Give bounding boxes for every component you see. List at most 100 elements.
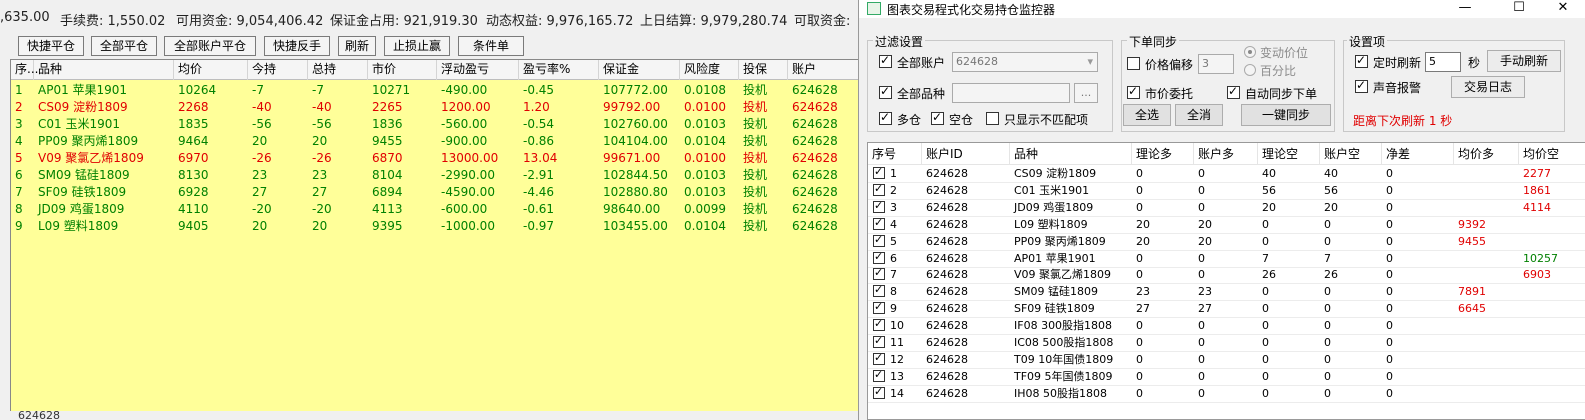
market-order-checkbox[interactable] [1127,84,1140,99]
sound-alert-checkbox[interactable] [1355,78,1368,93]
monitor-row[interactable]: 6 624628 AP01 苹果1901 0 0 7 7 0 10257 [868,250,1585,268]
positions-header-margin[interactable]: 保证金 [599,60,680,80]
monitor-row[interactable]: 2 624628 C01 玉米1901 0 0 56 56 0 1861 [868,182,1585,200]
refresh-button[interactable]: 刷新 [338,36,376,56]
row-select-checkbox[interactable] [873,368,885,382]
positions-row[interactable]: 3 C01 玉米1901 1835 -56 -56 1836 -560.00 -0.54 102… [11,115,858,133]
positions-row[interactable]: 2 CS09 淀粉1809 2268 -40 -40 2265 1200.00 1.20 997… [11,98,858,116]
monitor-header-avg_long[interactable]: 均价多 [1454,143,1519,165]
positions-row[interactable]: 6 SM09 锰硅1809 8130 23 23 8104 -2990.00 -2.91 102… [11,166,858,184]
monitor-header-th_long[interactable]: 理论多 [1132,143,1194,165]
refresh-seconds-input[interactable]: 5 [1425,52,1461,72]
monitor-header-diff[interactable]: 净差 [1382,143,1454,165]
monitor-cell-no: 3 [890,200,897,214]
maximize-button[interactable]: ☐ [1496,0,1542,18]
timed-refresh-checkbox[interactable] [1355,53,1368,68]
quick-close-button[interactable]: 快捷平仓 [18,36,84,56]
positions-header-today[interactable]: 今持 [248,60,308,80]
row-select-checkbox[interactable] [873,250,885,264]
monitor-header-ac_long[interactable]: 账户多 [1194,143,1258,165]
trade-log-button[interactable]: 交易日志 [1451,76,1525,98]
monitor-cell-th_short: 0 [1262,369,1269,383]
monitor-row[interactable]: 14 624628 IH08 50股指1808 0 0 0 0 0 [868,385,1585,403]
manual-refresh-button[interactable]: 手动刷新 [1487,50,1561,72]
row-select-checkbox[interactable] [873,385,885,399]
row-select-checkbox[interactable] [873,334,885,348]
monitor-row[interactable]: 1 624628 CS09 淀粉1809 0 0 40 40 0 2277 [868,165,1585,183]
monitor-row[interactable]: 12 624628 T09 10年国债1809 0 0 0 0 0 [868,351,1585,369]
positions-header-pnl_pct[interactable]: 盈亏率% [519,60,599,80]
monitor-cell-th_short: 0 [1262,319,1269,333]
select-all-button[interactable]: 全选 [1123,104,1171,126]
all-accounts-checkbox[interactable] [879,53,892,68]
positions-row[interactable]: 1 AP01 苹果1901 10264 -7 -7 10271 -490.00 -0.45 10… [11,81,858,99]
monitor-row[interactable]: 4 624628 L09 塑料1809 20 20 0 0 0 9392 [868,216,1585,234]
monitor-row[interactable]: 11 624628 IC08 500股指1808 0 0 0 0 0 [868,334,1585,352]
positions-row[interactable]: 8 JD09 鸡蛋1809 4110 -20 -20 4113 -600.00 -0.61 98… [11,200,858,218]
only-mismatch-checkbox[interactable] [986,112,999,125]
positions-row[interactable]: 5 V09 聚氯乙烯1809 6970 -26 -26 6870 13000.00 13.04… [11,149,858,167]
monitor-row[interactable]: 3 624628 JD09 鸡蛋1809 0 0 20 20 0 4114 [868,199,1585,217]
positions-header-symbol[interactable]: 品种 [34,60,174,80]
minimize-button[interactable]: — [1442,0,1488,18]
close-all-accounts-button[interactable]: 全部账户平仓 [164,36,256,56]
positions-header-pnl[interactable]: 浮动盈亏 [437,60,519,80]
positions-header-risk[interactable]: 风险度 [680,60,739,80]
price-offset-input[interactable]: 3 [1198,54,1234,74]
quick-reverse-button[interactable]: 快捷反手 [264,36,330,56]
positions-header-avg[interactable]: 均价 [174,60,248,80]
monitor-cell-diff: 0 [1386,386,1393,400]
all-symbols-checkbox[interactable] [879,84,892,99]
positions-header-account[interactable]: 账户 [788,60,858,80]
positions-row[interactable]: 4 PP09 聚丙烯1809 9464 20 20 9455 -900.00 -0.86 104… [11,132,858,150]
conditional-order-button[interactable]: 条件单 [458,36,524,56]
close-button[interactable]: ✕ [1540,0,1585,18]
positions-cell-pnl_pct: -0.86 [523,134,555,148]
positions-header-price[interactable]: 市价 [368,60,437,80]
row-select-checkbox[interactable] [873,165,885,179]
status-account: 624628 [18,409,60,420]
monitor-header-symbol[interactable]: 品种 [1010,143,1132,165]
browse-symbol-button[interactable]: ... [1074,83,1098,103]
stop-loss-profit-button[interactable]: 止损止赢 [384,36,450,56]
monitor-row[interactable]: 9 624628 SF09 硅铁1809 27 27 0 0 0 6645 [868,300,1585,319]
row-select-checkbox[interactable] [873,199,885,213]
monitor-header-ac_short[interactable]: 账户空 [1320,143,1382,165]
monitor-cell-ac_long: 0 [1198,183,1205,197]
short-checkbox[interactable] [931,110,944,125]
monitor-row[interactable]: 5 624628 PP09 聚丙烯1809 20 20 0 0 0 9455 [868,233,1585,251]
row-select-checkbox[interactable] [873,300,885,315]
monitor-row[interactable]: 10 624628 IF08 300股指1808 0 0 0 0 0 [868,317,1585,336]
monitor-header-no[interactable]: 序号 [868,143,922,165]
close-all-button[interactable]: 全部平仓 [91,36,157,56]
one-click-sync-button[interactable]: 一键同步 [1241,104,1331,126]
deselect-all-button[interactable]: 全消 [1175,104,1223,126]
monitor-header-avg_short[interactable]: 均价空 [1519,143,1585,165]
row-select-checkbox[interactable] [873,182,885,196]
price-offset-checkbox[interactable] [1127,57,1140,70]
row-select-checkbox[interactable] [873,216,885,230]
row-select-checkbox[interactable] [873,266,885,281]
positions-header-no[interactable]: 序... [11,60,38,80]
long-checkbox[interactable] [879,110,892,125]
auto-sync-checkbox[interactable] [1227,84,1240,99]
row-select-checkbox[interactable] [873,317,885,332]
row-select-checkbox[interactable] [873,233,885,247]
tick-price-radio[interactable] [1244,46,1256,58]
row-select-checkbox[interactable] [873,351,885,365]
positions-header-hedge[interactable]: 投保 [739,60,788,80]
monitor-row[interactable]: 13 624628 TF09 5年国债1809 0 0 0 0 0 [868,368,1585,386]
monitor-cell-avg_short [1519,301,1585,317]
account-select[interactable]: 624628 ▾ [952,52,1098,72]
symbol-input[interactable] [952,83,1070,103]
monitor-header-th_short[interactable]: 理论空 [1258,143,1320,165]
row-select-checkbox[interactable] [873,283,885,298]
monitor-row[interactable]: 8 624628 SM09 锰硅1809 23 23 0 0 0 7891 [868,283,1585,302]
monitor-row[interactable]: 7 624628 V09 聚氯乙烯1809 0 0 26 26 0 6903 [868,266,1585,285]
percent-radio[interactable] [1244,64,1256,76]
positions-header-total[interactable]: 总持 [308,60,368,80]
positions-row[interactable]: 7 SF09 硅铁1809 6928 27 27 6894 -4590.00 -4.46 102… [11,183,858,201]
monitor-header-account[interactable]: 账户ID [922,143,1010,165]
positions-row[interactable]: 9 L09 塑料1809 9405 20 20 9395 -1000.00 -0.97 1034… [11,217,858,235]
positions-cell-pnl_pct: -0.54 [523,117,555,131]
